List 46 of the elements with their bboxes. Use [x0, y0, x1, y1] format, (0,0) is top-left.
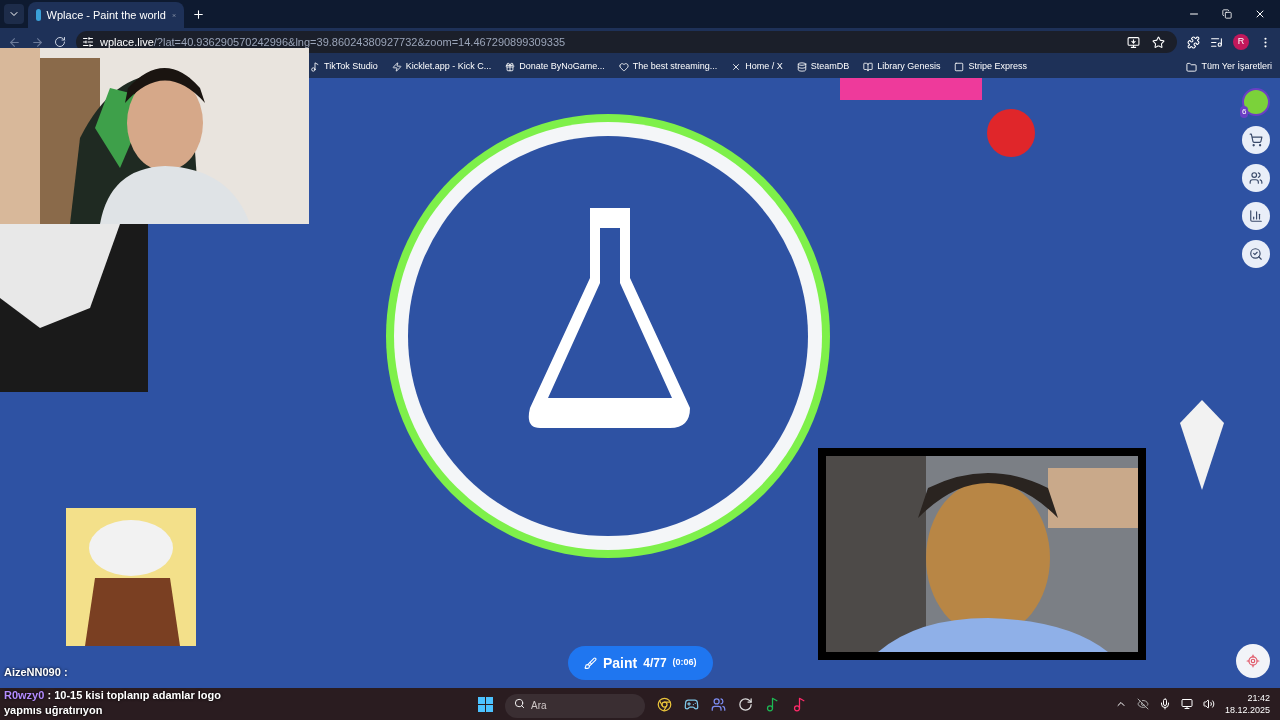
media-icon[interactable] [1210, 35, 1223, 49]
back-icon[interactable] [8, 35, 21, 49]
reload-icon[interactable] [54, 36, 66, 48]
browser-tab[interactable]: Wplace - Paint the world [28, 2, 184, 28]
bookmark-icon [863, 62, 874, 72]
bookmark-item[interactable]: SteamDB [796, 60, 850, 74]
site-settings-icon[interactable] [82, 36, 94, 48]
bookmark-item[interactable]: The best streaming... [618, 60, 718, 74]
bookmark-item[interactable]: Home / X [731, 60, 783, 74]
url-text: wplace.live/?lat=40.936290570242996&lng=39.86024380927732&zoom=14.467290899309335 [100, 34, 566, 50]
bookmark-icon [796, 62, 807, 72]
install-app-icon[interactable] [1127, 35, 1140, 49]
chat-message: R0wzy0 : 10-15 kisi toplanıp adamlar logo yapmıs uğratırıyon [4, 688, 223, 718]
all-bookmarks-button[interactable]: Tüm Yer İşaretleri [1186, 60, 1272, 74]
new-tab-icon[interactable] [192, 8, 205, 21]
tab-title: Wplace - Paint the world [46, 7, 166, 23]
bookmark-icon [310, 62, 320, 72]
bookmark-icon [731, 62, 742, 72]
mic-icon[interactable] [1158, 698, 1171, 710]
bookmark-star-icon[interactable] [1152, 35, 1165, 49]
forward-icon[interactable] [31, 35, 44, 49]
tab-list-button[interactable] [4, 4, 24, 24]
address-field[interactable]: wplace.live/?lat=40.936290570242996&lng=39.86024380927732&zoom=14.467290899309335 [76, 31, 1177, 53]
windows-start-icon[interactable] [477, 696, 493, 712]
network-icon[interactable] [1180, 698, 1193, 710]
taskbar-search-field[interactable]: Ara [504, 693, 645, 718]
bookmark-item[interactable]: Library Genesis [863, 60, 941, 74]
bookmark-item[interactable]: Donate ByNoGame... [505, 60, 605, 74]
bookmark-item[interactable]: TikTok Studio [310, 60, 378, 74]
profile-avatar[interactable]: R [1233, 34, 1249, 50]
chrome-icon[interactable] [656, 696, 672, 712]
bookmark-icon [391, 62, 402, 72]
bookmark-icon [618, 62, 629, 72]
restore-icon[interactable] [1222, 9, 1232, 19]
search-icon [513, 698, 525, 709]
volume-icon[interactable] [1202, 698, 1215, 710]
bookmark-item[interactable]: Kicklet.app - Kick C... [391, 60, 492, 74]
folder-icon [1186, 61, 1198, 73]
close-icon[interactable] [1254, 8, 1266, 20]
clock[interactable]: 21:42 18.12.2025 [1224, 692, 1270, 716]
app-icon[interactable] [683, 696, 699, 712]
bookmark-icon [954, 62, 965, 72]
bookmark-item[interactable]: Stripe Express [954, 60, 1027, 74]
extensions-icon[interactable] [1187, 35, 1200, 49]
hidden-icon[interactable] [1136, 698, 1149, 710]
bookmark-icon [505, 62, 516, 72]
